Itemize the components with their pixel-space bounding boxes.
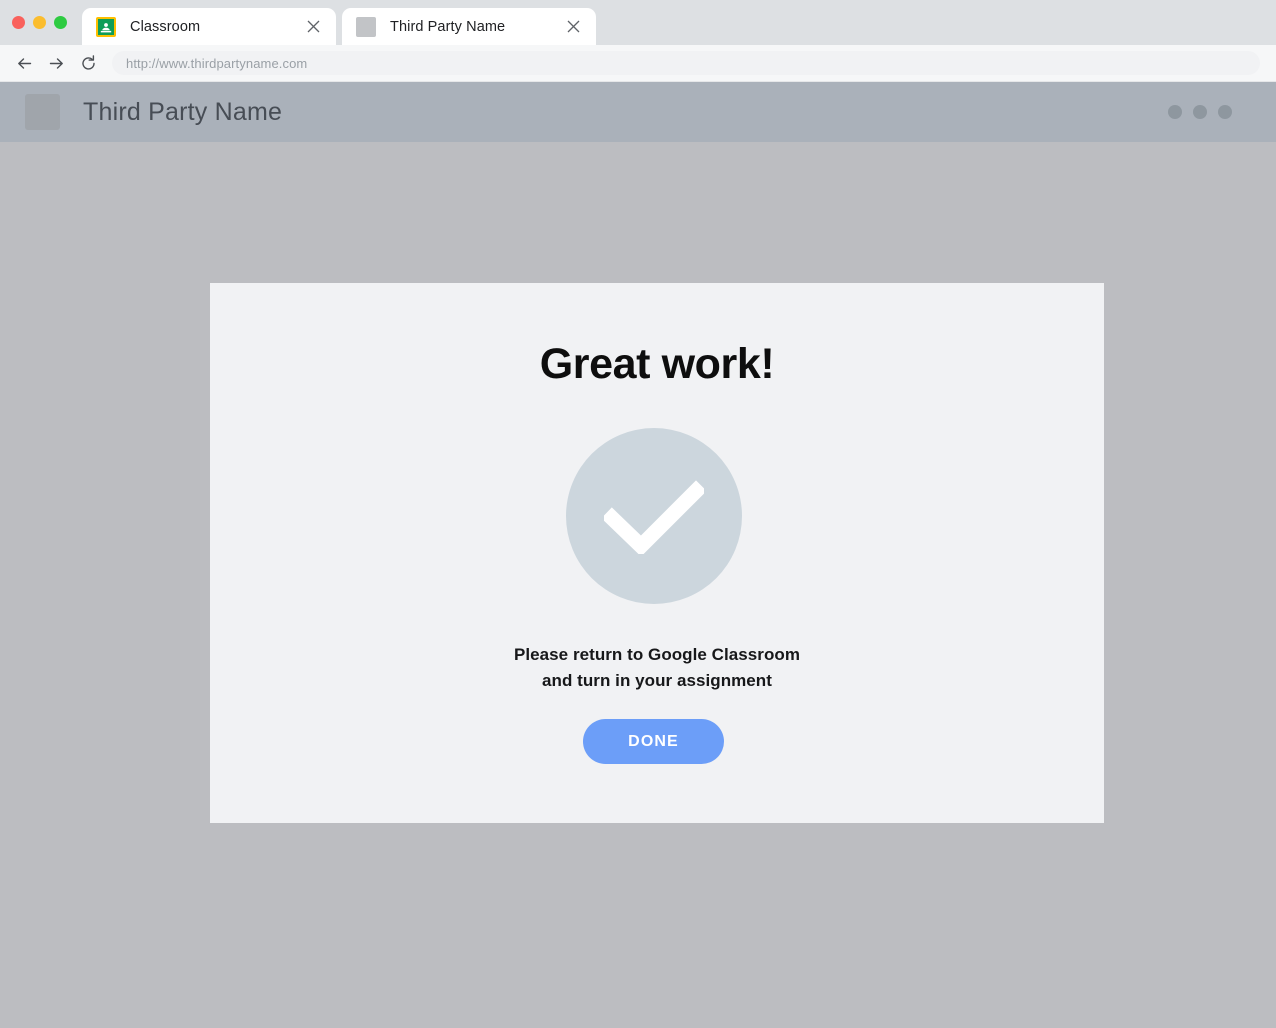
instruction-message-line-2: and turn in your assignment — [542, 671, 772, 690]
window-minimize-button[interactable] — [33, 16, 46, 29]
window-maximize-button[interactable] — [54, 16, 67, 29]
browser-tabs: Classroom Third Party Name — [82, 8, 596, 45]
forward-arrow-glyph-icon — [49, 57, 63, 69]
header-dot — [1168, 105, 1182, 119]
close-glyph-icon — [567, 20, 579, 33]
done-button[interactable]: DONE — [583, 719, 724, 764]
window-close-button[interactable] — [12, 16, 25, 29]
checkmark-circle-icon — [566, 428, 742, 604]
page-title: Great work! — [539, 340, 775, 388]
google-classroom-icon — [96, 16, 116, 37]
header-menu-dots[interactable] — [1168, 105, 1232, 119]
close-glyph-icon — [307, 20, 319, 33]
window-traffic-lights — [12, 16, 67, 29]
checkmark-glyph-icon — [604, 480, 704, 554]
browser-window: Classroom Third Party Name http://www.th… — [0, 0, 1276, 1028]
site-header: Third Party Name — [0, 82, 1276, 142]
tab-third-party-name[interactable]: Third Party Name — [342, 8, 596, 45]
placeholder-square-icon — [356, 16, 376, 37]
placeholder-logo-icon — [25, 94, 60, 130]
tab-classroom[interactable]: Classroom — [82, 8, 336, 45]
reload-glyph-icon — [81, 54, 95, 70]
site-title: Third Party Name — [83, 97, 283, 126]
forward-arrow-icon[interactable] — [40, 48, 72, 78]
address-bar-url: http://www.thirdpartyname.com — [126, 55, 308, 71]
header-dot — [1193, 105, 1207, 119]
reload-icon[interactable] — [72, 48, 104, 78]
close-icon[interactable] — [564, 18, 582, 36]
tab-title: Classroom — [130, 18, 201, 35]
classroom-glyph-icon — [100, 22, 112, 32]
browser-toolbar: http://www.thirdpartyname.com — [0, 45, 1276, 82]
instruction-message: Please return to Google Classroom and tu… — [514, 642, 800, 694]
page-viewport: Third Party Name Great work! Please retu… — [0, 82, 1276, 1028]
header-dot — [1218, 105, 1232, 119]
back-arrow-icon[interactable] — [8, 48, 40, 78]
tab-title: Third Party Name — [390, 18, 506, 35]
browser-tab-strip: Classroom Third Party Name — [0, 0, 1276, 45]
completion-card: Great work! Please return to Google Clas… — [210, 283, 1104, 823]
back-arrow-glyph-icon — [17, 57, 31, 69]
address-bar[interactable]: http://www.thirdpartyname.com — [112, 51, 1260, 75]
close-icon[interactable] — [304, 18, 322, 36]
instruction-message-line-1: Please return to Google Classroom — [513, 645, 800, 664]
